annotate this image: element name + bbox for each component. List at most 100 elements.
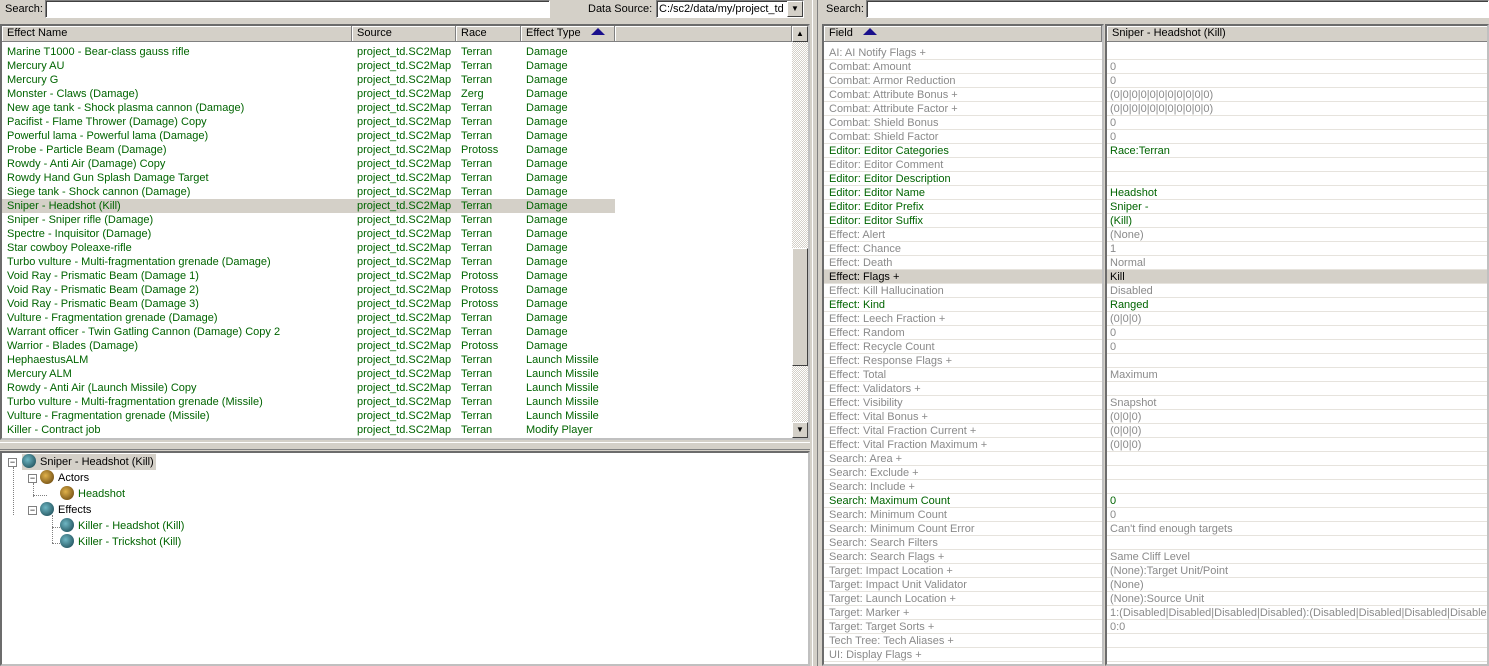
value-row[interactable]: Maximum — [1107, 368, 1487, 382]
field-row[interactable]: Target: Impact Location + — [824, 564, 1102, 578]
value-row[interactable]: 0 — [1107, 60, 1487, 74]
field-row[interactable]: Search: Search Filters — [824, 536, 1102, 550]
value-row[interactable]: Sniper - — [1107, 200, 1487, 214]
value-row[interactable]: 0 — [1107, 326, 1487, 340]
value-row[interactable] — [1107, 536, 1487, 550]
field-row[interactable]: Combat: Attribute Factor + — [824, 102, 1102, 116]
value-row[interactable]: Can't find enough targets — [1107, 522, 1487, 536]
value-row[interactable] — [1107, 634, 1487, 648]
field-row[interactable]: Combat: Armor Reduction — [824, 74, 1102, 88]
scroll-up-icon[interactable]: ▲ — [792, 26, 808, 42]
value-row[interactable]: 0 — [1107, 494, 1487, 508]
field-row[interactable]: Search: Exclude + — [824, 466, 1102, 480]
field-row[interactable]: Editor: Editor Name — [824, 186, 1102, 200]
table-row[interactable]: Mercury AU project_td.SC2Map Terran Damage — [2, 59, 615, 73]
value-row[interactable] — [1107, 382, 1487, 396]
value-row[interactable]: (None):Target Unit/Point — [1107, 564, 1487, 578]
table-row[interactable]: Turbo vulture - Multi-fragmentation gren… — [2, 255, 615, 269]
field-row[interactable]: Tech Tree: Tech Aliases + — [824, 634, 1102, 648]
chevron-down-icon[interactable]: ▼ — [787, 1, 803, 17]
field-row[interactable]: Target: Impact Unit Validator — [824, 578, 1102, 592]
field-row[interactable]: Editor: Editor Categories — [824, 144, 1102, 158]
value-row[interactable]: (0|0|0) — [1107, 410, 1487, 424]
collapse-icon[interactable]: − — [8, 458, 17, 467]
table-row[interactable]: Spectre - Inquisitor (Damage) project_td.… — [2, 227, 615, 241]
table-row[interactable]: Killer - Contract job project_td.SC2Map Te… — [2, 423, 615, 437]
field-row[interactable]: Combat: Shield Bonus — [824, 116, 1102, 130]
table-row[interactable]: Warrior - Blades (Damage) project_td.SC2M… — [2, 339, 615, 353]
column-header-race[interactable]: Race — [456, 26, 521, 42]
field-row[interactable]: Effect: Flags + — [824, 270, 1102, 284]
field-row[interactable]: Effect: Random — [824, 326, 1102, 340]
field-row[interactable]: Effect: Recycle Count — [824, 340, 1102, 354]
value-row[interactable] — [1107, 480, 1487, 494]
value-row[interactable] — [1107, 354, 1487, 368]
field-row[interactable]: Effect: Kill Hallucination — [824, 284, 1102, 298]
tree-effect-item[interactable]: Killer - Headshot (Kill) — [60, 518, 184, 534]
vertical-splitter[interactable] — [812, 0, 818, 666]
value-column-header[interactable]: Sniper - Headshot (Kill) — [1107, 26, 1487, 42]
value-row[interactable]: (None) — [1107, 228, 1487, 242]
tree-actors-group[interactable]: Actors — [40, 470, 89, 486]
field-row[interactable]: Effect: Total — [824, 368, 1102, 382]
collapse-icon[interactable]: − — [28, 506, 37, 515]
value-row[interactable] — [1107, 172, 1487, 186]
field-row[interactable]: Effect: Chance — [824, 242, 1102, 256]
table-row[interactable]: Siege tank - Shock cannon (Damage) projec… — [2, 185, 615, 199]
field-row[interactable]: Effect: Vital Bonus + — [824, 410, 1102, 424]
table-row[interactable]: Turbo vulture - Multi-fragmentation gren… — [2, 395, 615, 409]
field-row[interactable]: Search: Area + — [824, 452, 1102, 466]
field-row[interactable]: AI: AI Notify Flags + — [824, 46, 1102, 60]
field-row[interactable]: Editor: Editor Prefix — [824, 200, 1102, 214]
field-row[interactable]: Target: Target Sorts + — [824, 620, 1102, 634]
collapse-icon[interactable]: − — [28, 474, 37, 483]
table-row[interactable]: Void Ray - Prismatic Beam (Damage 2) proj… — [2, 283, 615, 297]
value-row[interactable]: 0 — [1107, 74, 1487, 88]
field-row[interactable]: Effect: Vital Fraction Current + — [824, 424, 1102, 438]
value-row[interactable]: (0|0|0|0|0|0|0|0|0|0|0) — [1107, 88, 1487, 102]
table-row[interactable]: Sniper - Headshot (Kill) project_td.SC2Ma… — [2, 199, 615, 213]
column-header-effect-type[interactable]: Effect Type — [521, 26, 615, 42]
field-row[interactable]: Combat: Shield Factor — [824, 130, 1102, 144]
value-row[interactable]: Kill — [1107, 270, 1487, 284]
field-row[interactable]: UI: Display Flags + — [824, 648, 1102, 662]
table-row[interactable]: Rowdy - Anti Air (Damage) Copy project_td… — [2, 157, 615, 171]
tree-actor-item[interactable]: Headshot — [60, 486, 125, 502]
data-source-select[interactable]: C:/sc2/data/my/project_td ▼ — [656, 0, 804, 18]
field-row[interactable]: Effect: Vital Fraction Maximum + — [824, 438, 1102, 452]
column-header-source[interactable]: Source — [352, 26, 456, 42]
table-row[interactable]: Void Ray - Prismatic Beam (Damage 3) proj… — [2, 297, 615, 311]
field-row[interactable]: Effect: Response Flags + — [824, 354, 1102, 368]
field-column-header[interactable]: Field — [824, 26, 1102, 42]
value-row[interactable]: 0 — [1107, 116, 1487, 130]
table-row[interactable]: Probe - Particle Beam (Damage) project_td… — [2, 143, 615, 157]
value-row[interactable]: 0 — [1107, 508, 1487, 522]
field-row[interactable]: Target: Launch Location + — [824, 592, 1102, 606]
field-row[interactable]: Search: Maximum Count — [824, 494, 1102, 508]
table-row[interactable]: Vulture - Fragmentation grenade (Missile… — [2, 409, 615, 423]
tree-effect-item[interactable]: Killer - Trickshot (Kill) — [60, 534, 181, 550]
value-row[interactable] — [1107, 648, 1487, 662]
value-row[interactable]: Normal — [1107, 256, 1487, 270]
column-header-effect-name[interactable]: Effect Name — [2, 26, 352, 42]
field-row[interactable]: Effect: Alert — [824, 228, 1102, 242]
table-row[interactable]: Rowdy Hand Gun Splash Damage Target proje… — [2, 171, 615, 185]
value-row[interactable]: Ranged — [1107, 298, 1487, 312]
field-row[interactable]: Editor: Editor Comment — [824, 158, 1102, 172]
value-row[interactable]: (None) — [1107, 578, 1487, 592]
value-row[interactable]: 1:(Disabled|Disabled|Disabled|Disabled):… — [1107, 606, 1487, 620]
field-row[interactable]: Effect: Validators + — [824, 382, 1102, 396]
field-row[interactable]: Search: Minimum Count — [824, 508, 1102, 522]
value-row[interactable] — [1107, 158, 1487, 172]
value-row[interactable]: Same Cliff Level — [1107, 550, 1487, 564]
value-row[interactable]: 0 — [1107, 130, 1487, 144]
value-row[interactable] — [1107, 452, 1487, 466]
table-row[interactable]: Marine T1000 - Bear-class gauss rifle pro… — [2, 45, 615, 59]
field-row[interactable]: Search: Search Flags + — [824, 550, 1102, 564]
field-row[interactable]: Effect: Visibility — [824, 396, 1102, 410]
scroll-thumb[interactable] — [792, 248, 808, 366]
table-row[interactable]: Powerful lama - Powerful lama (Damage) pr… — [2, 129, 615, 143]
value-row[interactable] — [1107, 466, 1487, 480]
tree-root[interactable]: Sniper - Headshot (Kill) — [22, 454, 156, 470]
value-row[interactable]: 0:0 — [1107, 620, 1487, 634]
